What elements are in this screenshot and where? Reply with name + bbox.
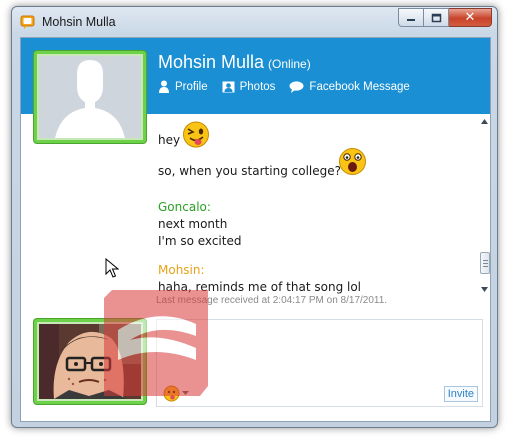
message-text: next month xyxy=(158,217,228,231)
close-button[interactable]: ✕ xyxy=(449,8,492,27)
profile-link[interactable]: Profile xyxy=(158,80,208,93)
photos-link[interactable]: Photos xyxy=(222,80,276,93)
facebook-message-link[interactable]: Facebook Message xyxy=(289,80,410,93)
chat-window: Mohsin Mulla ✕ Mohsin Mulla (Online) Pro… xyxy=(11,6,498,428)
close-icon: ✕ xyxy=(464,10,476,25)
scroll-up-arrow-icon[interactable] xyxy=(479,116,490,126)
speech-bubble-icon xyxy=(289,80,304,93)
window-title: Mohsin Mulla xyxy=(42,15,116,29)
scroll-down-arrow-icon[interactable] xyxy=(479,284,490,294)
message-text: hey xyxy=(158,133,181,147)
message-sender: Goncalo: xyxy=(158,200,211,214)
chat-app-icon xyxy=(20,15,35,29)
default-avatar-silhouette xyxy=(39,56,141,138)
maximize-button[interactable] xyxy=(424,8,449,27)
tongue-wink-emoticon-icon xyxy=(183,121,209,148)
profile-link-label: Profile xyxy=(175,80,208,93)
minimize-button[interactable] xyxy=(398,8,424,27)
window-controls: ✕ xyxy=(398,8,492,27)
scrollbar-thumb[interactable] xyxy=(480,252,490,274)
contact-links: Profile Photos Facebook Message xyxy=(158,80,410,93)
invite-button[interactable]: Invite xyxy=(443,386,478,402)
mouse-cursor-icon xyxy=(105,258,119,278)
person-silhouette-icon xyxy=(39,56,141,138)
contact-name: Mohsin Mulla xyxy=(158,52,265,72)
conversation-area: hey so, when you starting college? Gonca… xyxy=(158,114,476,314)
maximize-icon xyxy=(431,13,441,22)
facebook-message-link-label: Facebook Message xyxy=(309,80,410,93)
message-text: so, when you starting college? xyxy=(158,164,341,178)
conversation-scrollbar[interactable] xyxy=(479,116,490,294)
chat-client-area: Mohsin Mulla (Online) Profile Photos Fac… xyxy=(20,37,491,422)
title-bar[interactable]: Mohsin Mulla ✕ xyxy=(12,7,497,37)
message-sender: Mohsin: xyxy=(158,263,205,277)
person-icon xyxy=(159,80,169,93)
watermark-logo xyxy=(104,290,208,396)
contact-status: (Online) xyxy=(268,57,311,71)
message-text: I'm so excited xyxy=(158,234,242,248)
photo-icon xyxy=(222,81,235,92)
contact-name-line: Mohsin Mulla (Online) xyxy=(158,52,311,73)
minimize-icon xyxy=(407,18,415,21)
shocked-emoticon-icon xyxy=(339,148,366,175)
contact-avatar[interactable] xyxy=(34,51,146,143)
photos-link-label: Photos xyxy=(239,80,276,93)
